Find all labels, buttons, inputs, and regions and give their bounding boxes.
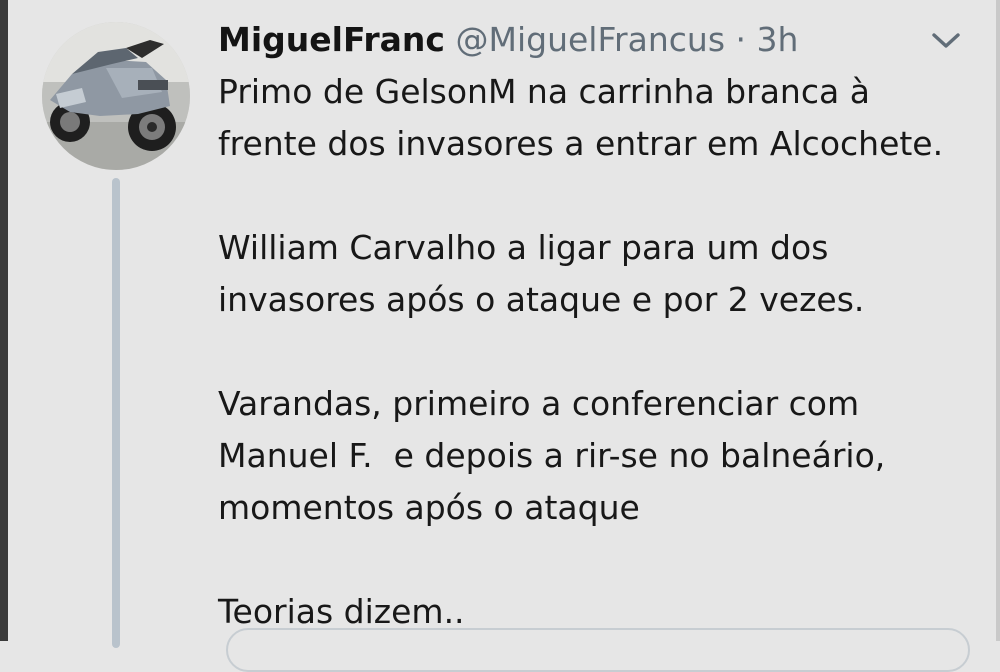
tweet-text-line: Varandas, primeiro a conferenciar com [218, 384, 860, 423]
tweet-header: MiguelFranc @MiguelFrancus · 3h [218, 14, 798, 66]
screen-left-edge [0, 0, 8, 641]
thread-connector-line [112, 178, 120, 648]
tweet-timestamp[interactable]: 3h [757, 20, 799, 59]
screen-right-edge [996, 0, 1000, 641]
header-separator: · [735, 20, 747, 59]
tweet-text-line: invasores após o ataque e por 2 vezes. [218, 280, 865, 319]
avatar[interactable] [42, 22, 190, 170]
tweet-text-line: frente dos invasores a entrar em Alcoche… [218, 124, 944, 163]
author-display-name[interactable]: MiguelFranc [218, 20, 445, 59]
tweet-text-line: William Carvalho a ligar para um dos [218, 228, 829, 267]
motorcycle-avatar-icon [42, 22, 190, 170]
author-handle[interactable]: @MiguelFrancus [456, 20, 726, 59]
chevron-down-icon[interactable] [928, 26, 964, 54]
quoted-card-edge[interactable] [226, 628, 970, 672]
tweet-text-line: Primo de GelsonM na carrinha branca à [218, 72, 870, 111]
tweet-text-line: momentos após o ataque [218, 488, 640, 527]
tweet-text-line: Manuel F. e depois a rir-se no balneário… [218, 436, 886, 475]
tweet-text: Primo de GelsonM na carrinha branca à fr… [218, 66, 978, 638]
